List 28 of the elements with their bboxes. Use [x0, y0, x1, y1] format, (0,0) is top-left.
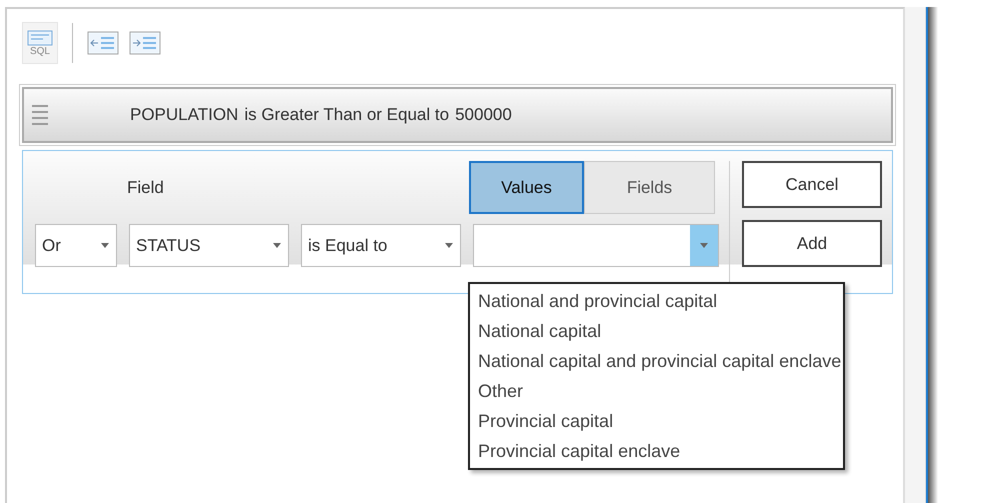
dropdown-option[interactable]: National capital: [478, 316, 842, 346]
indent-icon[interactable]: [129, 31, 161, 55]
dropdown-option[interactable]: National capital and provincial capital enclave: [478, 346, 842, 376]
source-tab[interactable]: Values: [469, 161, 584, 214]
cancel-button[interactable]: Cancel: [742, 161, 882, 208]
caret-icon: [273, 243, 281, 248]
field-label: Field: [126, 178, 165, 198]
source-tab[interactable]: Fields: [584, 161, 715, 214]
clause-field: POPULATION: [130, 105, 238, 125]
dropdown[interactable]: Or: [35, 224, 117, 267]
sql-icon: [27, 30, 53, 46]
outdent-icon[interactable]: [87, 31, 119, 55]
dropdown-option[interactable]: Provincial capital enclave: [478, 436, 842, 466]
caret-icon: [101, 243, 109, 248]
clause-value: 500000: [455, 105, 512, 125]
dropdown-option[interactable]: Provincial capital: [478, 406, 842, 436]
dropdown[interactable]: STATUS: [129, 224, 289, 267]
drag-handle-icon[interactable]: [32, 104, 48, 126]
clause-operator: is Greater Than or Equal to: [244, 105, 450, 125]
caret-icon: [700, 243, 708, 248]
sql-label: SQL: [30, 46, 50, 56]
dropdown-option[interactable]: National and provincial capital: [478, 286, 842, 316]
dropdown[interactable]: is Equal to: [301, 224, 461, 267]
clause-bar[interactable]: POPULATION is Greater Than or Equal to 500000: [22, 87, 893, 143]
value-combo[interactable]: [473, 224, 719, 267]
caret-icon: [445, 243, 453, 248]
add-button[interactable]: Add: [742, 220, 882, 267]
dropdown-option[interactable]: Other: [478, 376, 842, 406]
